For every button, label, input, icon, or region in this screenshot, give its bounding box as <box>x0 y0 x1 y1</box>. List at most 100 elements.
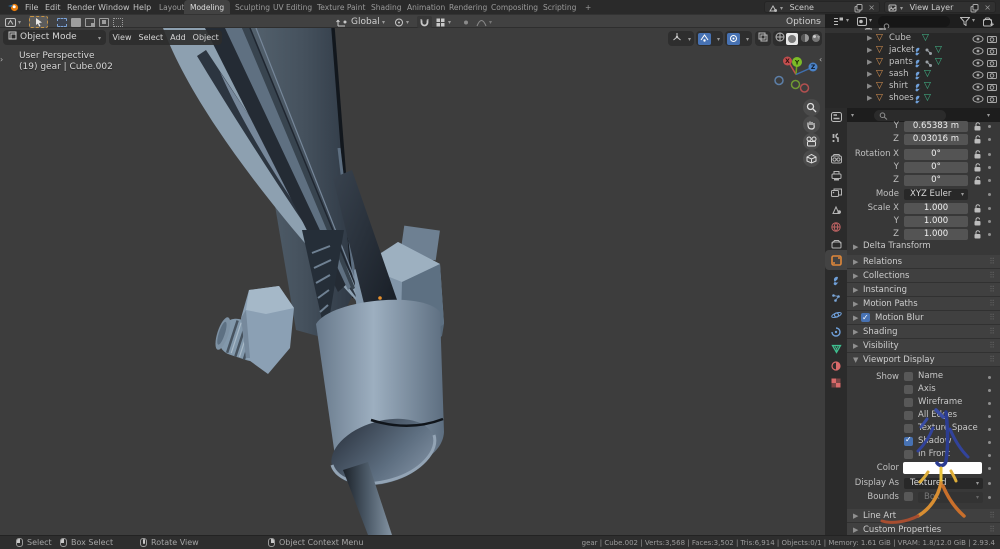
wireframe-checkbox[interactable] <box>904 398 913 407</box>
select-mode-new-icon[interactable] <box>57 18 67 27</box>
outliner-row-sash[interactable]: ▶ ▽ sash ▽ <box>825 69 1000 81</box>
tab-modifiers[interactable] <box>828 274 844 288</box>
expand-arrow-icon[interactable]: ▶ <box>867 34 872 42</box>
animate-dot[interactable] <box>988 467 991 470</box>
name-checkbox[interactable] <box>904 372 913 381</box>
menu-select[interactable]: Select <box>135 30 167 45</box>
editor-type-icon[interactable] <box>5 18 16 27</box>
active-tool-tweak[interactable] <box>29 16 48 28</box>
outliner-row-pants[interactable]: ▶ ▽ pants ▽ <box>825 57 1000 69</box>
tab-physics[interactable] <box>828 308 844 322</box>
scale-y-field[interactable]: 1.000 <box>904 216 968 227</box>
delta-transform-arrow[interactable]: ▶ <box>853 243 858 251</box>
menu-window[interactable]: Window <box>98 3 130 12</box>
panel-delta-transform[interactable]: Delta Transform <box>863 241 931 251</box>
properties-search-field[interactable] <box>874 110 946 121</box>
texture-space-checkbox[interactable] <box>904 424 913 433</box>
animate-dot[interactable] <box>988 402 991 405</box>
all-edges-checkbox[interactable] <box>904 411 913 420</box>
outliner-item-name[interactable]: Cube <box>889 33 911 43</box>
lock-icon[interactable] <box>974 150 982 159</box>
properties-nav-chevron-icon[interactable]: ▾ <box>851 112 854 119</box>
outliner-filter-chevron-icon[interactable]: ▾ <box>972 17 975 24</box>
tab-world[interactable] <box>828 220 844 234</box>
lock-icon[interactable] <box>974 163 982 172</box>
menu-object[interactable]: Object <box>189 30 222 45</box>
menu-file[interactable]: File <box>25 3 38 12</box>
navigation-gizmo[interactable]: X Y Z <box>765 50 825 100</box>
pivot-chevron-icon[interactable]: ▾ <box>406 19 409 26</box>
outliner-item-name[interactable]: jacket <box>889 45 914 55</box>
animate-dot[interactable] <box>988 454 991 457</box>
animate-dot[interactable] <box>988 428 991 431</box>
animate-dot[interactable] <box>988 389 991 392</box>
outliner-row-cube[interactable]: ▶ ▽ Cube ▽ <box>825 33 1000 45</box>
viewport-3d[interactable]: Object Mode ▾ ViewSelectAddObject ▾ ▾ ▾ <box>0 28 825 535</box>
panel-motion-paths[interactable]: ▶Motion Paths⠿ <box>847 297 1000 311</box>
panel-relations[interactable]: ▶Relations⠿ <box>847 255 1000 269</box>
select-mode-subtract-icon[interactable] <box>85 18 95 27</box>
move-view-button[interactable] <box>803 116 820 133</box>
menu-view[interactable]: View <box>109 30 135 45</box>
wireframe-shading-icon[interactable] <box>775 32 785 42</box>
rotation-mode-dropdown[interactable]: XYZ Euler▾ <box>904 189 968 200</box>
display-mode-chevron-icon[interactable]: ▾ <box>846 17 849 24</box>
pivot-point-icon[interactable] <box>394 18 404 27</box>
lock-icon[interactable] <box>974 230 982 239</box>
options-chevron-icon[interactable]: ▾ <box>818 19 821 26</box>
menu-edit[interactable]: Edit <box>45 3 61 12</box>
snap-toggle[interactable] <box>417 16 432 28</box>
lock-icon[interactable] <box>974 204 982 213</box>
outliner-item-name[interactable]: sash <box>889 69 908 79</box>
disable-render-camera-icon[interactable] <box>987 35 997 43</box>
model-gear-cube002[interactable] <box>0 28 825 535</box>
tab-constraints[interactable] <box>828 325 844 339</box>
xray-toggle[interactable] <box>755 31 771 46</box>
lock-icon[interactable] <box>974 176 982 185</box>
animate-dot[interactable] <box>988 138 991 141</box>
animate-dot[interactable] <box>988 179 991 182</box>
axis-checkbox[interactable] <box>904 385 913 394</box>
panel-shading[interactable]: ▶Shading⠿ <box>847 325 1000 339</box>
camera-view-button[interactable] <box>803 133 820 150</box>
loc-y-field[interactable]: 0.65383 m <box>904 121 968 132</box>
animate-dot[interactable] <box>988 376 991 379</box>
orientation-value[interactable]: Global <box>351 17 380 27</box>
bounds-checkbox[interactable] <box>904 492 913 501</box>
snap-chevron-icon[interactable]: ▾ <box>448 19 451 26</box>
solid-shading-icon[interactable] <box>786 33 798 45</box>
tab-editor-type[interactable] <box>828 110 844 124</box>
gizmo-neg-z-axis[interactable] <box>775 77 783 85</box>
animate-dot[interactable] <box>988 220 991 223</box>
panel-line-art[interactable]: ▶Line Art⠿ <box>847 509 1000 523</box>
properties-options-chevron-icon[interactable]: ▾ <box>987 112 990 119</box>
menu-help[interactable]: Help <box>133 3 151 12</box>
gizmo-neg-x-axis[interactable] <box>801 84 809 92</box>
rot-y-field[interactable]: 0° <box>904 162 968 173</box>
lock-icon[interactable] <box>974 122 982 131</box>
copy-icon[interactable] <box>854 4 863 13</box>
panel-collections[interactable]: ▶Collections⠿ <box>847 269 1000 283</box>
motion-blur-checkbox[interactable] <box>861 313 870 322</box>
outliner-row-jacket[interactable]: ▶ ▽ jacket ▽ <box>825 45 1000 57</box>
animate-dot[interactable] <box>988 153 991 156</box>
panel-visibility[interactable]: ▶Visibility⠿ <box>847 339 1000 353</box>
view-layer-remove-icon[interactable]: × <box>984 2 991 13</box>
tab-compositing[interactable]: Compositing <box>485 0 544 14</box>
outliner-display-mode-icon[interactable] <box>833 17 844 26</box>
disable-render-camera-icon[interactable] <box>987 95 997 103</box>
scale-x-field[interactable]: 1.000 <box>904 203 968 214</box>
outliner-filter-view-icon[interactable] <box>857 17 867 26</box>
tab-texture-paint[interactable]: Texture Paint <box>311 0 371 14</box>
lock-icon[interactable] <box>974 135 982 144</box>
select-mode-intersect-icon[interactable] <box>113 18 123 27</box>
tab-material[interactable] <box>828 359 844 373</box>
copy-icon[interactable] <box>970 4 979 13</box>
overlays-toggle-on[interactable] <box>698 33 711 45</box>
disable-render-camera-icon[interactable] <box>987 59 997 67</box>
tab-output[interactable] <box>828 169 844 183</box>
panel-motion-blur[interactable]: ▶Motion Blur⠿ <box>847 311 1000 325</box>
tab-object[interactable] <box>828 253 844 267</box>
options-button[interactable]: Options <box>786 17 821 27</box>
hide-eye-icon[interactable] <box>972 71 984 79</box>
